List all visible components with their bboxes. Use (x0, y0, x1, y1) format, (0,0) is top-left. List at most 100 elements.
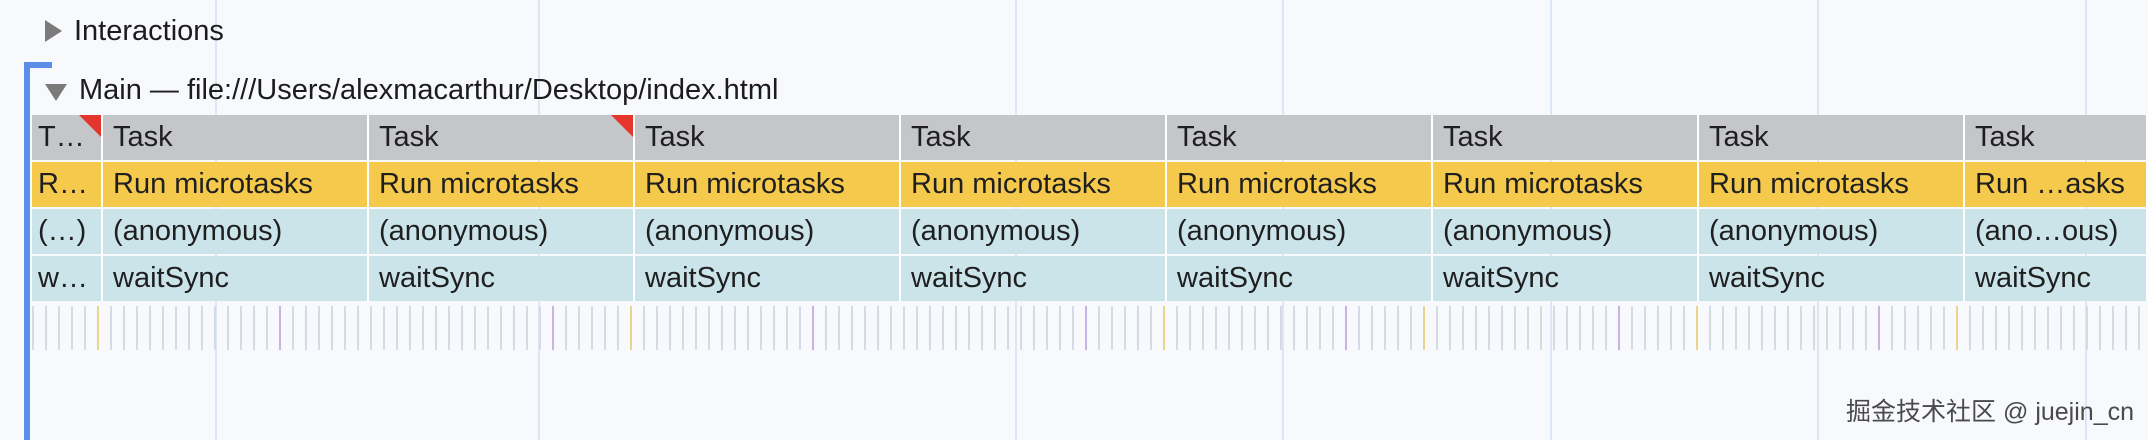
task-block[interactable]: Task (103, 115, 369, 160)
event-tick (1956, 306, 1958, 350)
interactions-track-label: Interactions (74, 14, 224, 47)
event-tick (617, 306, 619, 350)
waitsync-function-block[interactable]: waitSync (635, 256, 901, 301)
waitsync-function-block[interactable]: waitSync (901, 256, 1167, 301)
waitsync-function-block[interactable]: waitSync (1965, 256, 2148, 301)
event-tick (2125, 306, 2127, 350)
event-tick (1189, 306, 1191, 350)
task-block[interactable]: Task (635, 115, 901, 160)
event-tick (149, 306, 151, 350)
event-tick (110, 306, 112, 350)
event-tick (123, 306, 125, 350)
run-microtasks-block[interactable]: Run microtasks (1699, 162, 1965, 207)
event-tick (513, 306, 515, 350)
event-tick (721, 306, 723, 350)
event-tick (1930, 306, 1932, 350)
event-tick (2138, 306, 2140, 350)
anonymous-function-block[interactable]: (ano…ous) (1965, 209, 2148, 254)
run-microtasks-block[interactable]: Run microtasks (635, 162, 901, 207)
event-tick (1540, 306, 1542, 350)
watermark: 掘金技术社区 @ juejin_cn (1846, 398, 2134, 426)
run-microtasks-block[interactable]: Run microtasks (1167, 162, 1433, 207)
task-block[interactable]: Task (901, 115, 1167, 160)
event-tick (1735, 306, 1737, 350)
interactions-track-header[interactable]: Interactions (0, 3, 224, 59)
event-tick (1072, 306, 1074, 350)
event-tick (1267, 306, 1269, 350)
anonymous-function-block[interactable]: (anonymous) (1699, 209, 1965, 254)
waitsync-function-block[interactable]: waitSync (1433, 256, 1699, 301)
anonymous-function-block[interactable]: (anonymous) (1433, 209, 1699, 254)
anonymous-function-block[interactable]: (anonymous) (1167, 209, 1433, 254)
task-block[interactable]: T… (32, 115, 103, 160)
run-microtasks-block[interactable]: Run …asks (1965, 162, 2148, 207)
event-tick (1527, 306, 1529, 350)
event-tick (1176, 306, 1178, 350)
event-tick (760, 306, 762, 350)
event-tick (1163, 306, 1165, 350)
event-tick (1046, 306, 1048, 350)
event-tick (1592, 306, 1594, 350)
event-tick (1215, 306, 1217, 350)
event-tick (448, 306, 450, 350)
event-tick (500, 306, 502, 350)
event-tick (838, 306, 840, 350)
event-tick (1462, 306, 1464, 350)
event-tick (1969, 306, 1971, 350)
event-tick (1644, 306, 1646, 350)
anonymous-function-block[interactable]: (anonymous) (103, 209, 369, 254)
anonymous-function-block[interactable]: (anonymous) (901, 209, 1167, 254)
run-microtasks-block[interactable]: Run microtasks (1433, 162, 1699, 207)
run-microtasks-block[interactable]: Run microtasks (103, 162, 369, 207)
event-tick (188, 306, 190, 350)
event-tick (1891, 306, 1893, 350)
event-tick (318, 306, 320, 350)
task-block[interactable]: Task (1167, 115, 1433, 160)
waitsync-function-block[interactable]: waitSync (369, 256, 635, 301)
waitsync-function-block[interactable]: waitSync (1699, 256, 1965, 301)
event-tick (1124, 306, 1126, 350)
event-tick (227, 306, 229, 350)
waitsync-function-block[interactable]: w… (32, 256, 103, 301)
event-tick (1696, 306, 1698, 350)
event-tick (1618, 306, 1620, 350)
anonymous-function-block[interactable]: (…) (32, 209, 103, 254)
event-tick (1306, 306, 1308, 350)
waitsync-function-block[interactable]: waitSync (1167, 256, 1433, 301)
event-tick (1813, 306, 1815, 350)
anonymous-function-block[interactable]: (anonymous) (369, 209, 635, 254)
event-tick (58, 306, 60, 350)
event-tick (994, 306, 996, 350)
event-tick (1007, 306, 1009, 350)
event-tick (45, 306, 47, 350)
event-tick (799, 306, 801, 350)
triangle-right-icon[interactable] (45, 20, 62, 42)
event-tick (552, 306, 554, 350)
anonymous-function-block[interactable]: (anonymous) (635, 209, 901, 254)
event-tick (565, 306, 567, 350)
event-tick (1943, 306, 1945, 350)
event-tick (2047, 306, 2049, 350)
event-tick (175, 306, 177, 350)
long-task-marker-icon (79, 115, 101, 137)
event-tick (929, 306, 931, 350)
event-tick (1436, 306, 1438, 350)
event-tick (1397, 306, 1399, 350)
run-microtasks-block[interactable]: Run microtasks (901, 162, 1167, 207)
run-microtasks-block[interactable]: Run microtasks (369, 162, 635, 207)
task-block[interactable]: Task (1433, 115, 1699, 160)
triangle-down-icon[interactable] (45, 83, 67, 101)
event-tick (1800, 306, 1802, 350)
event-tick (1488, 306, 1490, 350)
event-tick (266, 306, 268, 350)
task-block[interactable]: Task (1699, 115, 1965, 160)
event-tick (396, 306, 398, 350)
main-track-header[interactable]: Main — file:///Users/alexmacarthur/Deskt… (0, 62, 778, 118)
event-tick (1033, 306, 1035, 350)
waitsync-function-block[interactable]: waitSync (103, 256, 369, 301)
task-block[interactable]: Task (369, 115, 635, 160)
task-block[interactable]: Task (1965, 115, 2148, 160)
event-tick (97, 306, 99, 350)
event-tick (1657, 306, 1659, 350)
run-microtasks-block[interactable]: R… (32, 162, 103, 207)
